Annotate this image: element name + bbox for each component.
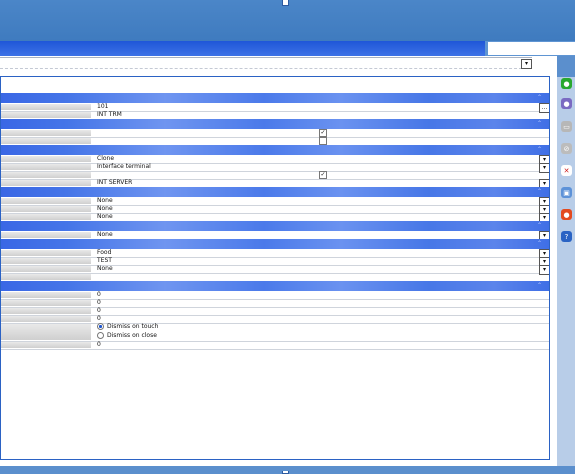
add-icon[interactable]: ●: [561, 78, 572, 89]
section-header[interactable]: ⌃: [1, 187, 549, 197]
section-header[interactable]: ⌃: [1, 119, 549, 129]
checkbox-checked[interactable]: ✓: [319, 129, 327, 137]
form-row: 0: [1, 341, 549, 350]
section-header[interactable]: ⌃: [1, 281, 549, 291]
row-label: [1, 342, 91, 348]
stop-icon[interactable]: ●: [561, 209, 572, 220]
row-label: [1, 250, 91, 256]
text-field[interactable]: 0: [97, 315, 101, 323]
text-field[interactable]: 0: [97, 291, 101, 299]
select-field[interactable]: TEST: [97, 257, 112, 265]
radio-option[interactable]: Dismiss on close: [97, 332, 157, 340]
radio-label: Dismiss on close: [107, 332, 157, 339]
record-selector[interactable]: ▾: [0, 57, 532, 69]
collapse-chevron-icon[interactable]: ⌃: [537, 282, 542, 289]
row-label: [1, 156, 91, 162]
delete-icon[interactable]: ✕: [561, 165, 572, 176]
section-header[interactable]: ⌃: [1, 145, 549, 155]
form-row: Dismiss on touch Dismiss on close: [1, 323, 549, 342]
text-field[interactable]: 0: [97, 299, 101, 307]
select-field[interactable]: Food: [97, 249, 111, 257]
side-toolbar: [557, 77, 575, 471]
header-search-box[interactable]: [488, 42, 575, 55]
header-band-row: [0, 41, 575, 56]
row-label: [1, 300, 91, 306]
row-label: [1, 164, 91, 170]
collapse-chevron-icon[interactable]: ⌃: [537, 188, 542, 195]
header-band: [0, 41, 485, 56]
collapse-chevron-icon[interactable]: ⌃: [537, 146, 542, 153]
text-field[interactable]: 0: [97, 307, 101, 315]
row-label: [1, 130, 91, 136]
checkbox-unchecked[interactable]: [319, 137, 327, 145]
row-label: [1, 232, 91, 238]
section-header[interactable]: ⌃: [1, 221, 549, 231]
select-field[interactable]: None: [97, 197, 113, 205]
row-label: [1, 266, 91, 272]
collapse-chevron-icon[interactable]: ⌃: [537, 94, 542, 101]
select-field[interactable]: INT SERVER: [97, 179, 132, 187]
select-field[interactable]: Interface terminal: [97, 163, 151, 171]
row-label: [1, 112, 91, 118]
row-label: [1, 104, 91, 110]
resize-handle-top[interactable]: [282, 0, 289, 6]
row-label: [1, 206, 91, 212]
row-label: [1, 308, 91, 314]
row-label: [1, 180, 91, 186]
record-selector-dropdown-icon[interactable]: ▾: [521, 59, 532, 69]
select-field[interactable]: None: [97, 205, 113, 213]
section-header[interactable]: ⌃: [1, 93, 549, 103]
row-label: [1, 214, 91, 220]
section-header[interactable]: ⌃: [1, 239, 549, 249]
radio-button[interactable]: [97, 323, 104, 330]
disabled-icon[interactable]: ⊘: [561, 143, 572, 154]
radio-label: Dismiss on touch: [107, 323, 159, 330]
window-titlebar: [0, 0, 575, 42]
select-field[interactable]: None: [97, 265, 113, 273]
collapse-chevron-icon[interactable]: ⌃: [537, 120, 542, 127]
text-field[interactable]: INT TRM: [97, 111, 122, 119]
list-icon[interactable]: ▭: [561, 121, 572, 132]
checkbox-checked[interactable]: ✓: [319, 171, 327, 179]
row-label: [1, 138, 91, 144]
text-field[interactable]: 101: [97, 103, 108, 111]
help-icon[interactable]: ?: [561, 231, 572, 242]
copy-icon[interactable]: ▣: [561, 187, 572, 198]
window-bottom-edge: [0, 466, 575, 471]
row-label: [1, 274, 91, 280]
save-icon[interactable]: ●: [561, 98, 572, 109]
select-field[interactable]: None: [97, 213, 113, 221]
radio-button[interactable]: [97, 332, 104, 339]
text-field[interactable]: 0: [97, 341, 101, 349]
row-label: [1, 198, 91, 204]
collapse-chevron-icon[interactable]: ⌃: [537, 240, 542, 247]
main-panel: ▾ ⌃ 101... INT TRM ⌃ ✓ ⌃ Clone ▾ Interface termi…: [0, 41, 575, 471]
collapse-chevron-icon[interactable]: ⌃: [537, 222, 542, 229]
row-label: [1, 324, 91, 340]
radio-option[interactable]: Dismiss on touch: [97, 323, 158, 331]
select-field[interactable]: None: [97, 231, 113, 239]
select-field[interactable]: Clone: [97, 155, 114, 163]
row-label: [1, 316, 91, 322]
row-label: [1, 172, 91, 178]
form-panel: ⌃ 101... INT TRM ⌃ ✓ ⌃ Clone ▾ Interface termina…: [0, 76, 550, 460]
row-label: [1, 258, 91, 264]
row-label: [1, 292, 91, 298]
